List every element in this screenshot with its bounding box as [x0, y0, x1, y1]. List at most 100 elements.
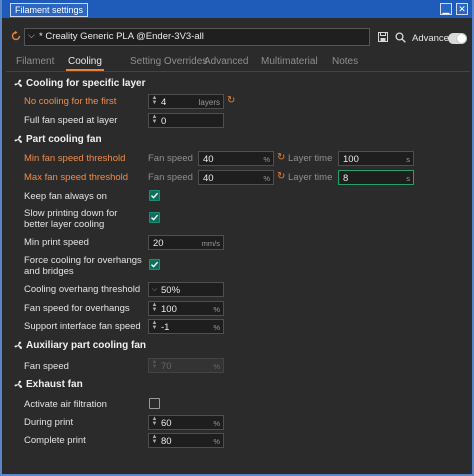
close-icon[interactable]: ✕	[456, 3, 468, 15]
title-bar[interactable]: Filament settings ▁ ✕	[2, 0, 472, 18]
section-title: Cooling for specific layer	[26, 78, 146, 89]
spin-arrows-icon[interactable]: ▲ ▼	[151, 320, 158, 332]
keep-fan-on-label: Keep fan always on	[24, 191, 107, 202]
section-part-fan: Part cooling fan	[14, 134, 102, 145]
complete-print-unit: %	[213, 437, 220, 446]
air-filtration-checkbox[interactable]	[149, 398, 160, 409]
complete-print-label: Complete print	[24, 435, 86, 446]
max-fan-speed-value: 40	[203, 173, 214, 184]
min-layer-time-unit: s	[406, 155, 410, 164]
during-print-value: 60	[161, 418, 172, 429]
min-layer-time-sublabel: Layer time	[288, 153, 333, 164]
tab-setting-overrides[interactable]: Setting Overrides	[130, 56, 207, 67]
slow-down-checkbox[interactable]	[149, 212, 160, 223]
search-icon[interactable]	[395, 32, 406, 43]
tab-multimaterial[interactable]: Multimaterial	[261, 56, 318, 67]
max-fan-speed-sublabel: Fan speed	[148, 172, 193, 183]
section-aux-fan: Auxiliary part cooling fan	[14, 340, 146, 351]
spin-arrows-icon[interactable]: ▲ ▼	[151, 114, 158, 126]
advanced-toggle[interactable]	[448, 33, 467, 44]
no-cooling-input[interactable]: ▲ ▼ 4 layers	[148, 94, 224, 109]
overhang-threshold-label: Cooling overhang threshold	[24, 284, 141, 295]
fan-overhang-unit: %	[213, 305, 220, 314]
complete-print-value: 80	[161, 436, 172, 447]
keep-fan-on-checkbox[interactable]	[149, 190, 160, 201]
min-fan-speed-sublabel: Fan speed	[148, 153, 193, 164]
min-print-speed-value: 20	[153, 238, 164, 249]
fan-overhang-input[interactable]: ▲ ▼ 100 %	[148, 301, 224, 316]
spin-arrows-icon[interactable]: ▲ ▼	[151, 416, 158, 428]
max-fan-speed-unit: %	[263, 174, 270, 183]
support-fan-label: Support interface fan speed	[24, 321, 141, 332]
support-fan-input[interactable]: ▲ ▼ -1 %	[148, 319, 224, 334]
min-fan-speed-input[interactable]: 40 %	[198, 151, 274, 166]
fan-icon	[14, 135, 22, 144]
chevron-down-icon: ⌵	[28, 30, 35, 40]
reset-arrow-icon[interactable]: ↻	[277, 152, 285, 163]
tab-cooling[interactable]: Cooling	[68, 56, 102, 67]
aux-fan-speed-value: 70	[161, 361, 172, 372]
force-cooling-label-line1: Force cooling for overhangs	[24, 255, 142, 266]
full-fan-value: 0	[161, 116, 167, 127]
reset-arrow-icon[interactable]: ↻	[227, 95, 235, 106]
section-exhaust-fan: Exhaust fan	[14, 379, 83, 390]
air-filtration-label: Activate air filtration	[24, 399, 107, 410]
during-print-input[interactable]: ▲ ▼ 60 %	[148, 415, 224, 430]
overhang-threshold-value: 50%	[161, 285, 181, 296]
spin-arrows-icon[interactable]: ▲ ▼	[151, 302, 158, 314]
min-fan-speed-value: 40	[203, 154, 214, 165]
check-icon	[151, 261, 159, 268]
slow-down-label-line1: Slow printing down for	[24, 208, 118, 219]
section-title: Exhaust fan	[26, 379, 83, 390]
check-icon	[151, 214, 159, 221]
cooling-panel: Cooling for specific layer No cooling fo…	[6, 72, 472, 472]
preset-select[interactable]: ⌵ * Creality Generic PLA @Ender-3V3-all	[24, 28, 370, 46]
chevron-down-icon[interactable]: ⌵	[151, 284, 158, 295]
max-layer-time-value: 8	[343, 173, 349, 184]
filament-settings-window: Filament settings ▁ ✕ ⌵ * Creality Gener…	[0, 0, 474, 476]
min-print-speed-label: Min print speed	[24, 237, 89, 248]
max-layer-time-sublabel: Layer time	[288, 172, 333, 183]
spin-arrows-icon: ▲ ▼	[151, 359, 158, 370]
window-title: Filament settings	[10, 3, 89, 17]
spin-arrows-icon[interactable]: ▲ ▼	[151, 95, 158, 107]
max-layer-time-input[interactable]: 8 s	[338, 170, 414, 185]
force-cooling-checkbox[interactable]	[149, 259, 160, 270]
reset-arrow-icon[interactable]: ↻	[277, 171, 285, 182]
min-fan-speed-unit: %	[263, 155, 270, 164]
min-print-speed-unit: mm/s	[201, 239, 220, 248]
fan-overhang-value: 100	[161, 304, 177, 315]
force-cooling-label-line2: and bridges	[24, 266, 74, 277]
fan-overhang-label: Fan speed for overhangs	[24, 303, 130, 314]
tab-notes[interactable]: Notes	[332, 56, 358, 67]
fan-icon	[14, 341, 22, 350]
section-cooling-layer: Cooling for specific layer	[14, 78, 145, 89]
support-fan-value: -1	[161, 322, 170, 333]
tab-advanced[interactable]: Advanced	[204, 56, 248, 67]
preset-name: * Creality Generic PLA @Ender-3V3-all	[39, 31, 204, 42]
tab-filament[interactable]: Filament	[16, 56, 54, 67]
support-fan-unit: %	[213, 323, 220, 332]
max-fan-threshold-label: Max fan speed threshold	[24, 172, 129, 183]
full-fan-label: Full fan speed at layer	[24, 115, 118, 126]
full-fan-input[interactable]: ▲ ▼ 0	[148, 113, 224, 128]
aux-fan-speed-label: Fan speed	[24, 361, 69, 372]
reset-arrow-icon[interactable]	[10, 30, 22, 42]
minimize-icon[interactable]: ▁	[440, 3, 452, 15]
toggle-knob	[457, 34, 466, 43]
check-icon	[151, 192, 159, 199]
no-cooling-value: 4	[161, 97, 167, 108]
slow-down-label-line2: better layer cooling	[24, 219, 105, 230]
save-icon[interactable]	[378, 32, 388, 42]
section-title: Part cooling fan	[26, 134, 102, 145]
overhang-threshold-select[interactable]: ⌵ 50%	[148, 282, 224, 297]
min-layer-time-input[interactable]: 100 s	[338, 151, 414, 166]
spin-arrows-icon[interactable]: ▲ ▼	[151, 434, 158, 446]
complete-print-input[interactable]: ▲ ▼ 80 %	[148, 433, 224, 448]
max-fan-speed-input[interactable]: 40 %	[198, 170, 274, 185]
min-print-speed-input[interactable]: 20 mm/s	[148, 235, 224, 250]
no-cooling-label: No cooling for the first	[24, 96, 117, 107]
fan-icon	[14, 380, 22, 389]
during-print-label: During print	[24, 417, 74, 428]
min-fan-threshold-label: Min fan speed threshold	[24, 153, 126, 164]
